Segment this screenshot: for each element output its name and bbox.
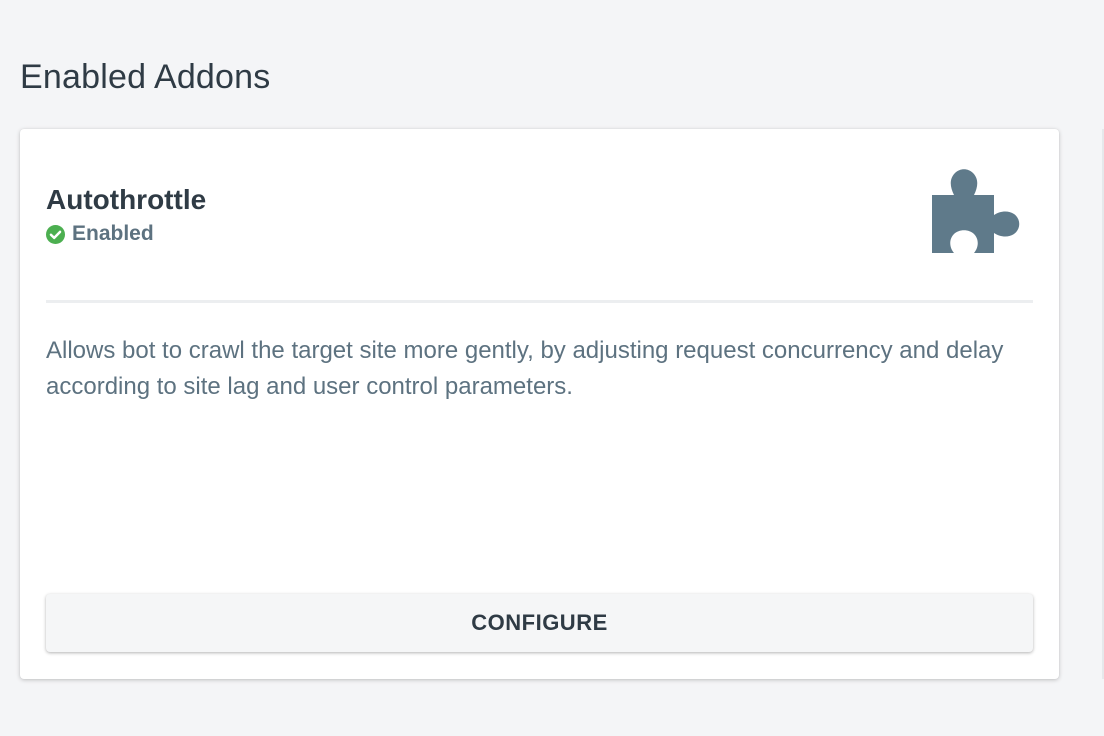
status-badge: Enabled xyxy=(46,221,154,247)
addons-page: Enabled Addons Autothrottle Enabled Allo… xyxy=(0,0,1104,736)
puzzle-piece-icon xyxy=(930,165,1024,255)
configure-button[interactable]: CONFIGURE xyxy=(46,594,1033,652)
status-label: Enabled xyxy=(72,222,154,245)
section-title: Enabled Addons xyxy=(20,58,271,96)
addon-description: Allows bot to crawl the target site more… xyxy=(46,337,1004,400)
check-circle-icon xyxy=(46,224,65,244)
addon-card: Autothrottle Enabled Allows bot to crawl… xyxy=(20,129,1059,679)
divider xyxy=(46,300,1033,303)
addon-name: Autothrottle xyxy=(46,184,207,215)
